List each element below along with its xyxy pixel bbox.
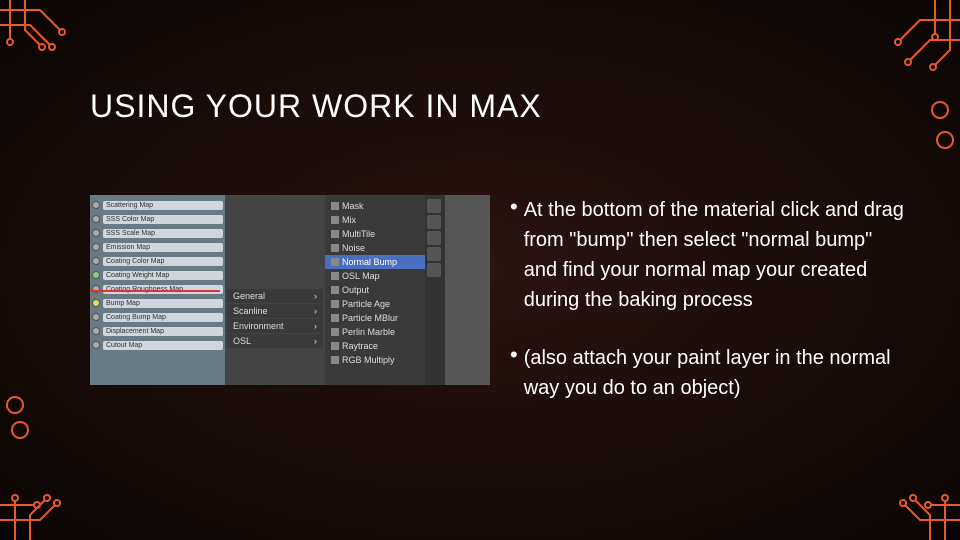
slide-title: USING YOUR WORK IN MAX bbox=[90, 88, 542, 125]
decorative-circuit-bl bbox=[0, 390, 120, 540]
chevron-right-icon: › bbox=[314, 291, 317, 301]
map-menu-panel: Mask Mix MultiTile Noise Normal Bump OSL… bbox=[325, 195, 425, 385]
bullet-text-1: At the bottom of the material click and … bbox=[524, 195, 910, 315]
bullet-dot: • bbox=[510, 195, 518, 315]
callout-line bbox=[90, 290, 220, 292]
bullet-list: • At the bottom of the material click an… bbox=[510, 195, 910, 431]
chevron-right-icon: › bbox=[314, 336, 317, 346]
decorative-circuit-tr bbox=[840, 0, 960, 160]
chevron-right-icon: › bbox=[314, 321, 317, 331]
bullet-text-2: (also attach your paint layer in the nor… bbox=[524, 343, 910, 403]
bullet-dot: • bbox=[510, 343, 518, 403]
embedded-screenshot: Scattering Map SSS Color Map SSS Scale M… bbox=[90, 195, 490, 385]
chevron-right-icon: › bbox=[314, 306, 317, 316]
material-slots-panel: Scattering Map SSS Color Map SSS Scale M… bbox=[90, 195, 225, 385]
toolbar-column bbox=[425, 195, 445, 385]
submenu-panel: General› Scanline› Environment› OSL› bbox=[225, 195, 325, 385]
normal-bump-menu-item: Normal Bump bbox=[325, 255, 425, 269]
decorative-circuit-br bbox=[840, 420, 960, 540]
